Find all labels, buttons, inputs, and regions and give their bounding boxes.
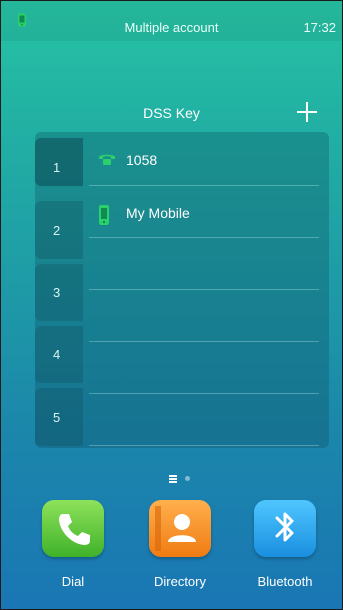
current-page-indicator [169, 475, 177, 483]
dss-key-row[interactable]: My Mobile [89, 200, 319, 226]
dial-app[interactable]: Dial [42, 500, 104, 589]
divider [89, 185, 319, 186]
dss-key-label: My Mobile [126, 205, 190, 221]
tab-label: 2 [53, 223, 61, 238]
tab-2[interactable]: 2 [35, 201, 83, 259]
divider [89, 237, 319, 238]
divider [89, 341, 319, 342]
add-dss-key-button[interactable] [293, 98, 321, 126]
divider [89, 289, 319, 290]
tab-label: 3 [53, 285, 61, 300]
page-title: DSS Key [143, 105, 200, 121]
status-time: 17:32 [303, 20, 336, 35]
app-label: Dial [61, 574, 85, 589]
phone-icon [97, 151, 117, 172]
divider [89, 393, 319, 394]
bluetooth-app[interactable]: Bluetooth [254, 500, 316, 589]
tab-label: 5 [53, 410, 61, 425]
app-label: Bluetooth [257, 574, 313, 589]
tab-label: 4 [53, 347, 61, 362]
app-label: Directory [153, 574, 206, 589]
tab-label: 1 [53, 160, 61, 175]
mobile-icon [97, 204, 111, 231]
phone-screen: Multiple account 17:32 DSS Key 1 2 3 4 5… [0, 0, 343, 610]
phone-icon [42, 500, 104, 557]
tab-4[interactable]: 4 [35, 326, 83, 383]
tab-3[interactable]: 3 [35, 264, 83, 321]
dss-key-label: 1058 [126, 152, 158, 168]
status-bar: Multiple account 17:32 [1, 1, 342, 41]
contact-icon [149, 500, 211, 557]
directory-app[interactable]: Directory [149, 500, 211, 589]
divider [89, 445, 319, 446]
status-title: Multiple account [124, 20, 219, 35]
tab-5[interactable]: 5 [35, 388, 83, 446]
bluetooth-icon [254, 500, 316, 557]
dss-key-row[interactable]: 1058 [89, 147, 319, 173]
tab-1[interactable]: 1 [35, 138, 83, 186]
page-dot[interactable] [185, 476, 190, 481]
